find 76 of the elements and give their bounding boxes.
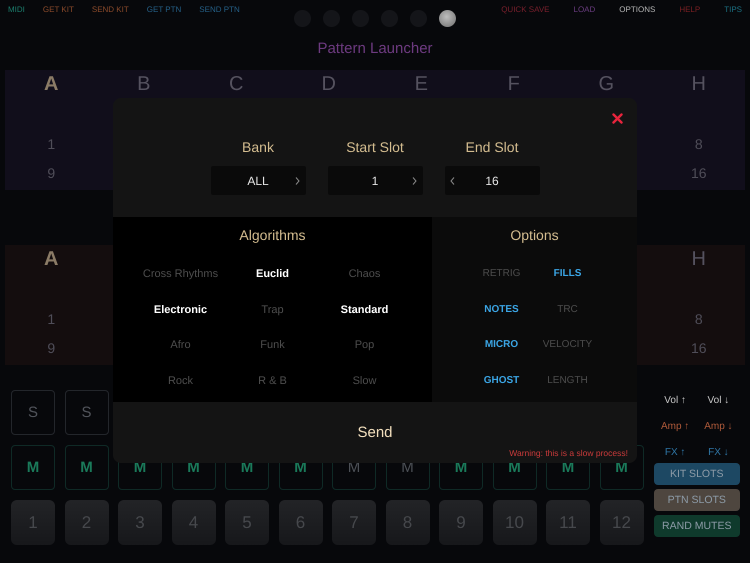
nav-link[interactable]: GET PTN: [146, 5, 182, 14]
level-control[interactable]: FX ↓: [696, 447, 740, 463]
algorithm-option[interactable]: R & B: [226, 374, 318, 410]
level-control[interactable]: Vol ↑: [654, 395, 697, 411]
slot-number[interactable]: 8: [652, 98, 745, 156]
algorithm-option[interactable]: Cross Rhythms: [134, 268, 226, 304]
selector-label: Start Slot: [346, 139, 404, 157]
slot-number[interactable]: 9: [5, 156, 98, 190]
option-toggle[interactable]: TRC: [534, 304, 600, 339]
chevron-right-icon[interactable]: [295, 176, 300, 184]
value-stepper[interactable]: 1: [328, 166, 422, 195]
section-title: Algorithms: [238, 226, 307, 245]
algorithm-option[interactable]: Chaos: [318, 268, 410, 304]
level-control[interactable]: FX ↑: [654, 447, 697, 463]
algorithm-option[interactable]: Slow: [318, 374, 410, 410]
send-button[interactable]: Send: [357, 424, 393, 441]
level-control[interactable]: Amp ↑: [654, 421, 697, 437]
selector-label: End Slot: [466, 139, 518, 157]
option-toggle[interactable]: FILLS: [534, 268, 600, 304]
bank-letter[interactable]: B: [98, 70, 190, 98]
section-title: Options: [509, 226, 560, 245]
nav-link[interactable]: HELP: [679, 5, 700, 14]
bank-letter[interactable]: D: [282, 70, 375, 98]
level-control[interactable]: Amp ↓: [696, 421, 740, 437]
solo-button[interactable]: S: [64, 390, 108, 435]
bank-letter[interactable]: A: [5, 245, 98, 273]
level-control[interactable]: Vol ↓: [696, 395, 740, 411]
mute-button[interactable]: M: [11, 445, 55, 490]
bank-letter[interactable]: E: [375, 70, 468, 98]
bank-letter[interactable]: C: [190, 70, 282, 98]
slot-number[interactable]: 8: [652, 273, 745, 331]
slot-button[interactable]: PTN SLOTS: [654, 489, 740, 511]
chevron-right-icon[interactable]: [412, 176, 417, 184]
value-stepper[interactable]: 16: [444, 166, 540, 195]
option-toggle[interactable]: NOTES: [468, 304, 534, 339]
algorithm-option[interactable]: Pop: [318, 339, 410, 374]
nav-link[interactable]: MIDI: [8, 5, 25, 14]
algorithm-option[interactable]: Rock: [134, 374, 226, 410]
option-toggle[interactable]: RETRIG: [468, 268, 534, 304]
slot-number[interactable]: 16: [652, 156, 745, 190]
algorithm-option[interactable]: Funk: [226, 339, 318, 374]
slot-number[interactable]: 16: [652, 331, 745, 365]
bank-letter[interactable]: H: [652, 245, 745, 273]
option-toggle[interactable]: MICRO: [468, 339, 534, 374]
nav-link[interactable]: SEND PTN: [199, 5, 240, 14]
slot-button[interactable]: RAND MUTES: [654, 515, 740, 537]
nav-link[interactable]: QUICK SAVE: [501, 5, 550, 14]
algorithm-option[interactable]: Euclid: [226, 268, 318, 304]
nav-link[interactable]: SEND KIT: [92, 5, 129, 14]
page-title: Pattern Launcher: [316, 40, 434, 59]
nav-link[interactable]: GET KIT: [42, 5, 74, 14]
nav-link[interactable]: TIPS: [724, 5, 742, 14]
nav-link[interactable]: OPTIONS: [619, 5, 656, 14]
algorithm-option[interactable]: Electronic: [134, 304, 226, 339]
bank-letter[interactable]: H: [652, 70, 745, 98]
chevron-left-icon[interactable]: [450, 176, 455, 184]
mute-button[interactable]: M: [64, 445, 108, 490]
algorithm-option[interactable]: Standard: [318, 304, 410, 339]
algorithm-option[interactable]: Trap: [226, 304, 318, 339]
nav-link[interactable]: LOAD: [574, 5, 596, 14]
bank-letter[interactable]: F: [468, 70, 560, 98]
close-icon[interactable]: [612, 113, 623, 124]
option-toggle[interactable]: VELOCITY: [534, 339, 600, 374]
bank-letter[interactable]: G: [560, 70, 652, 98]
slot-number[interactable]: 9: [5, 331, 98, 365]
page-dot[interactable]: [439, 10, 456, 27]
bank-letter[interactable]: A: [5, 70, 98, 98]
option-toggle[interactable]: LENGTH: [534, 374, 600, 410]
value-stepper[interactable]: ALL: [210, 166, 306, 195]
slot-button[interactable]: KIT SLOTS: [654, 463, 740, 485]
algorithm-option[interactable]: Afro: [134, 339, 226, 374]
option-toggle[interactable]: GHOST: [468, 374, 534, 410]
slot-number[interactable]: 1: [5, 273, 98, 331]
slot-number[interactable]: 1: [5, 98, 98, 156]
selector-label: Bank: [242, 139, 274, 157]
solo-button[interactable]: S: [11, 390, 55, 435]
